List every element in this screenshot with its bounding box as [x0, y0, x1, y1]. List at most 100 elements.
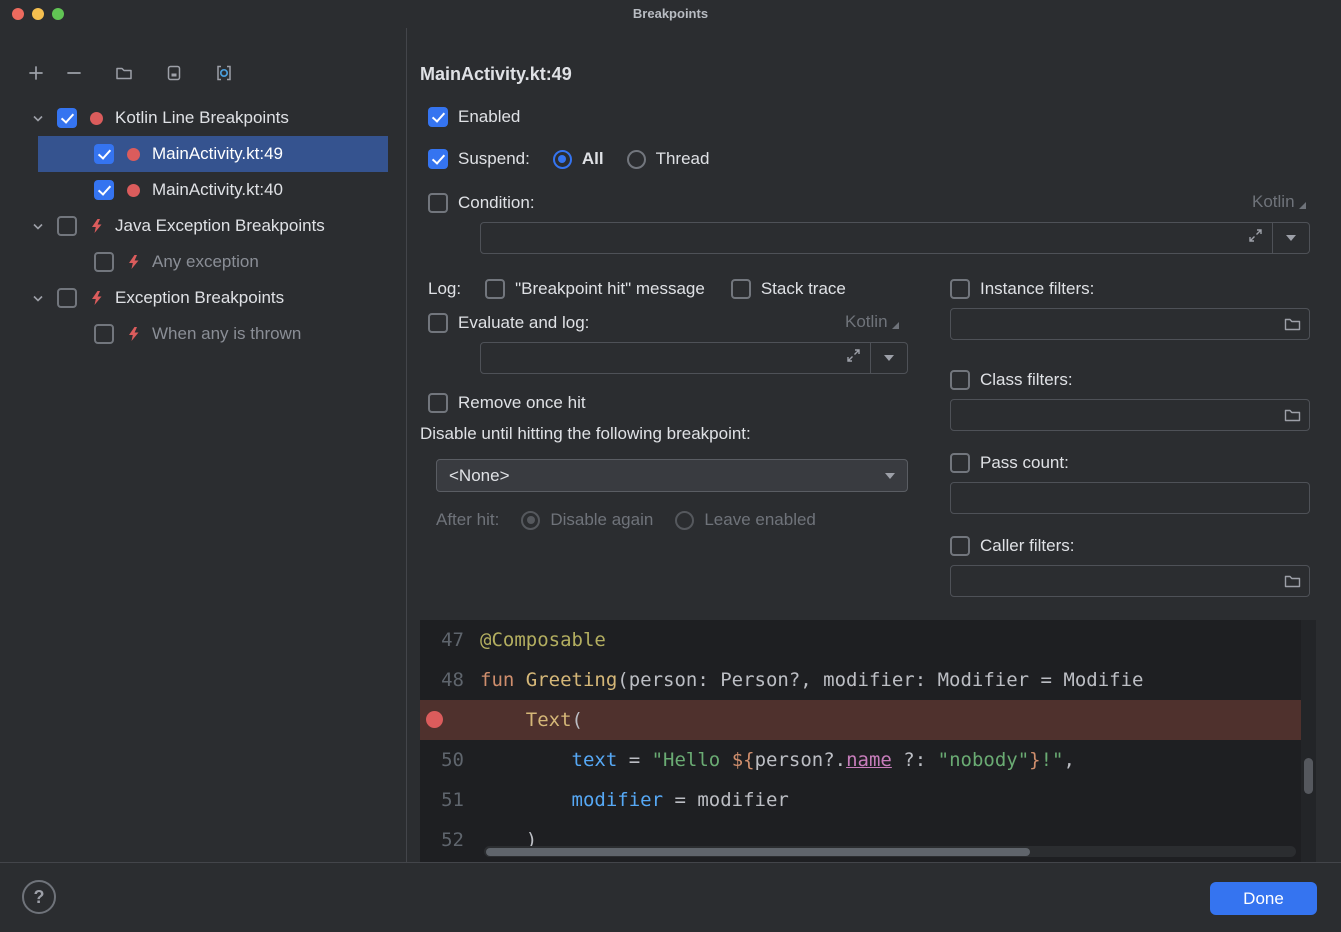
condition-checkbox[interactable]	[428, 193, 448, 213]
class-filters-input[interactable]	[950, 399, 1310, 431]
code-text: modifier = modifier	[480, 780, 1316, 820]
evaluate-language-selector[interactable]: Kotlin	[845, 312, 899, 332]
horizontal-scrollbar-thumb[interactable]	[486, 848, 1030, 856]
group-checkbox[interactable]	[57, 108, 77, 128]
condition-language-label: Kotlin	[1252, 192, 1295, 212]
disable-until-dropdown[interactable]: <None>	[436, 459, 908, 492]
code-token: }	[1029, 749, 1040, 771]
suspend-checkbox[interactable]	[428, 149, 448, 169]
instance-filters-input[interactable]	[950, 308, 1310, 340]
folder-icon[interactable]	[1284, 408, 1301, 423]
breakpoint-item-row[interactable]: MainActivity.kt:40	[38, 172, 388, 208]
item-checkbox[interactable]	[94, 144, 114, 164]
done-button[interactable]: Done	[1210, 882, 1317, 915]
line-number	[420, 700, 480, 740]
code-lines: 47@Composable48fun Greeting(person: Pers…	[420, 620, 1316, 860]
code-token: ${	[732, 749, 755, 771]
chevron-down-icon[interactable]	[30, 110, 46, 126]
evaluate-input[interactable]	[480, 342, 908, 374]
disable-again-label: Disable again	[550, 510, 653, 530]
folder-icon[interactable]	[1284, 574, 1301, 589]
code-text: text = "Hello ${person?.name ?: "nobody"…	[480, 740, 1316, 780]
horizontal-scrollbar[interactable]	[484, 846, 1296, 857]
suspend-thread-radio[interactable]	[627, 150, 646, 169]
add-breakpoint-button[interactable]	[22, 59, 50, 87]
class-filters-label: Class filters:	[980, 370, 1073, 390]
code-token: !"	[1041, 749, 1064, 771]
exception-bolt-icon	[125, 254, 141, 270]
item-checkbox[interactable]	[94, 180, 114, 200]
class-filters-checkbox[interactable]	[950, 370, 970, 390]
item-checkbox[interactable]	[94, 324, 114, 344]
caller-filters-checkbox[interactable]	[950, 536, 970, 556]
remove-once-hit-label: Remove once hit	[458, 393, 586, 413]
caller-filters: Caller filters:	[950, 535, 1310, 597]
log-message-checkbox[interactable]	[485, 279, 505, 299]
code-token: "nobody"	[938, 749, 1030, 771]
evaluate-checkbox[interactable]	[428, 313, 448, 333]
group-by-class-button[interactable]	[160, 59, 188, 87]
breakpoint-item-row[interactable]: When any is thrown	[38, 316, 388, 352]
condition-language-selector[interactable]: Kotlin	[1252, 192, 1306, 212]
expand-editor-icon[interactable]	[1248, 228, 1263, 248]
chevron-down-icon	[1286, 235, 1296, 241]
breakpoint-dot[interactable]	[426, 711, 443, 728]
chevron-down-icon[interactable]	[30, 290, 46, 306]
code-text: Text(	[480, 700, 1316, 740]
group-by-class-icon	[165, 64, 183, 82]
remove-once-hit-row: Remove once hit	[428, 389, 586, 417]
code-token: ?:	[892, 749, 938, 771]
group-checkbox[interactable]	[57, 216, 77, 236]
breakpoint-group-row[interactable]: Exception Breakpoints	[0, 280, 406, 316]
suspend-all-radio[interactable]	[553, 150, 572, 169]
breakpoint-item-row[interactable]: MainActivity.kt:49	[38, 136, 388, 172]
code-token: fun	[480, 669, 526, 691]
evaluate-history-dropdown[interactable]	[871, 343, 907, 373]
code-token: person?.	[755, 749, 847, 771]
titlebar: Breakpoints	[0, 0, 1341, 28]
code-token	[480, 749, 572, 771]
remove-breakpoint-button[interactable]	[60, 59, 88, 87]
caller-filters-label: Caller filters:	[980, 536, 1074, 556]
instance-filters-checkbox[interactable]	[950, 279, 970, 299]
group-by-package-button[interactable]	[210, 59, 238, 87]
condition-input[interactable]	[480, 222, 1310, 254]
leave-enabled-radio	[675, 511, 694, 530]
group-by-file-button[interactable]	[110, 59, 138, 87]
breakpoint-dot-icon	[125, 182, 141, 198]
breakpoint-item-row[interactable]: Any exception	[38, 244, 388, 280]
expand-editor-icon[interactable]	[846, 348, 861, 368]
folder-icon[interactable]	[1284, 317, 1301, 332]
language-corner-icon	[1299, 202, 1306, 209]
evaluate-input-field[interactable]	[481, 343, 870, 373]
pass-count: Pass count:	[950, 452, 1310, 514]
condition-history-dropdown[interactable]	[1273, 223, 1309, 253]
remove-once-hit-checkbox[interactable]	[428, 393, 448, 413]
stack-trace-checkbox[interactable]	[731, 279, 751, 299]
exception-bolt-icon	[88, 290, 104, 306]
caller-filters-input[interactable]	[950, 565, 1310, 597]
breakpoints-toolbar	[22, 59, 238, 87]
vertical-scrollbar[interactable]	[1301, 620, 1316, 862]
pass-count-checkbox[interactable]	[950, 453, 970, 473]
code-token	[480, 709, 526, 731]
tree-group-label: Kotlin Line Breakpoints	[115, 108, 289, 128]
question-mark-icon: ?	[34, 887, 45, 908]
code-line: 47@Composable	[420, 620, 1316, 660]
breakpoint-group-row[interactable]: Kotlin Line Breakpoints	[0, 100, 406, 136]
code-line: 51 modifier = modifier	[420, 780, 1316, 820]
code-token: name	[846, 749, 892, 771]
vertical-scrollbar-thumb[interactable]	[1304, 758, 1313, 794]
help-button[interactable]: ?	[22, 880, 56, 914]
pass-count-input[interactable]	[950, 482, 1310, 514]
item-checkbox[interactable]	[94, 252, 114, 272]
enabled-checkbox[interactable]	[428, 107, 448, 127]
breakpoint-group-row[interactable]: Java Exception Breakpoints	[0, 208, 406, 244]
condition-input-field[interactable]	[481, 223, 1272, 253]
remove-icon	[65, 64, 83, 82]
tree-item-label: MainActivity.kt:49	[152, 144, 283, 164]
group-checkbox[interactable]	[57, 288, 77, 308]
suspend-label: Suspend:	[458, 149, 530, 169]
exception-bolt-icon	[88, 218, 104, 234]
chevron-down-icon[interactable]	[30, 218, 46, 234]
